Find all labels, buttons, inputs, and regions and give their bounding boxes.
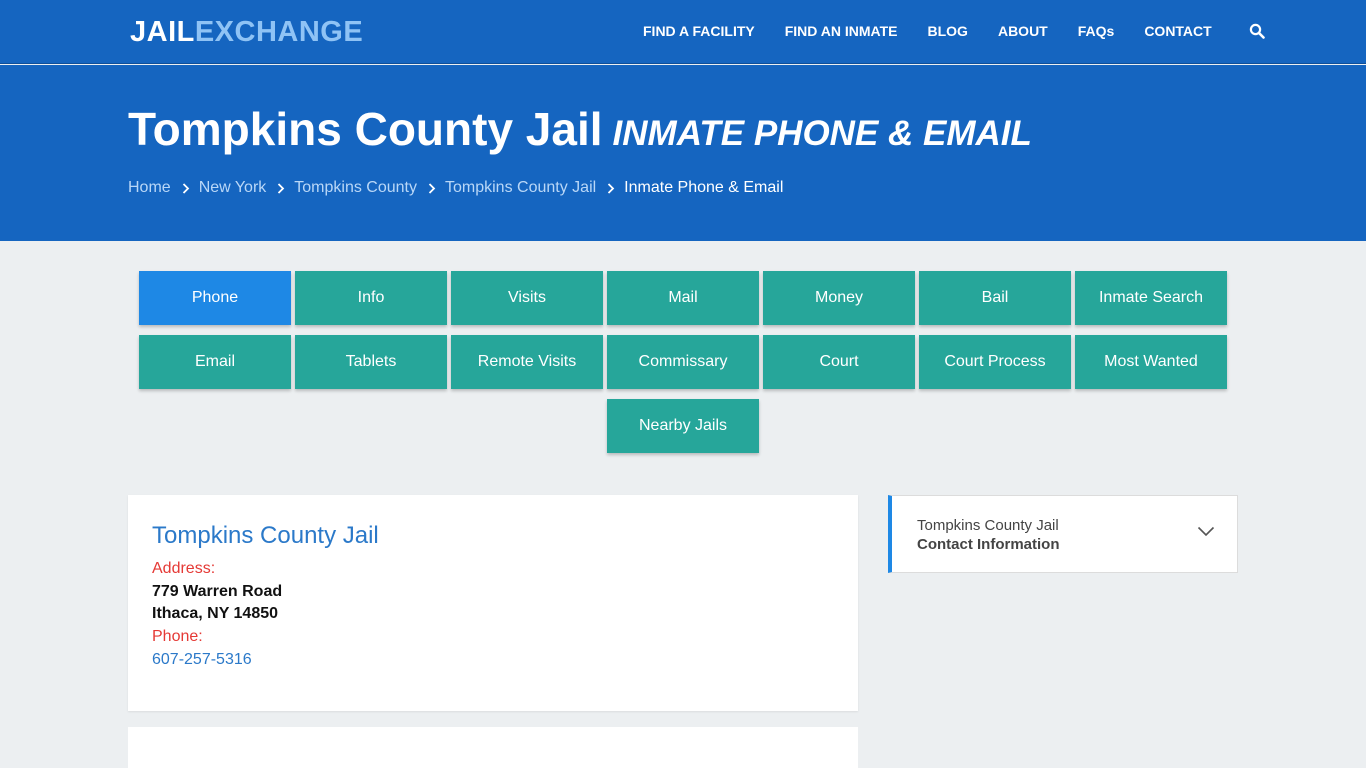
tab-remote-visits[interactable]: Remote Visits bbox=[451, 335, 603, 389]
tab-money[interactable]: Money bbox=[763, 271, 915, 325]
tab-info[interactable]: Info bbox=[295, 271, 447, 325]
tab-court[interactable]: Court bbox=[763, 335, 915, 389]
nav-contact[interactable]: CONTACT bbox=[1144, 23, 1211, 39]
tab-visits[interactable]: Visits bbox=[451, 271, 603, 325]
site-logo[interactable]: JAILEXCHANGE bbox=[130, 16, 363, 49]
page-hero: Tompkins County Jail INMATE PHONE & EMAIL… bbox=[0, 65, 1366, 241]
accordion-heading: Contact Information bbox=[917, 536, 1060, 553]
tab-mail[interactable]: Mail bbox=[607, 271, 759, 325]
tab-bail[interactable]: Bail bbox=[919, 271, 1071, 325]
tab-inmate-search[interactable]: Inmate Search bbox=[1075, 271, 1227, 325]
facility-name: Tompkins County Jail bbox=[152, 522, 379, 549]
tab-email[interactable]: Email bbox=[139, 335, 291, 389]
content-card bbox=[128, 727, 858, 768]
breadcrumb-current: Inmate Phone & Email bbox=[624, 179, 784, 196]
nav-faqs[interactable]: FAQs bbox=[1078, 23, 1115, 39]
address-street: 779 Warren Road bbox=[152, 583, 283, 600]
breadcrumb-home[interactable]: Home bbox=[128, 179, 171, 197]
tab-nearby-jails[interactable]: Nearby Jails bbox=[607, 399, 759, 453]
breadcrumb-state[interactable]: New York bbox=[199, 179, 267, 197]
chevron-right-icon bbox=[278, 182, 285, 194]
chevron-right-icon bbox=[428, 182, 436, 194]
top-navbar: JAILEXCHANGE FIND A FACILITY FIND AN INM… bbox=[0, 0, 1366, 64]
contact-info-accordion[interactable]: Tompkins County Jail Contact Information bbox=[888, 495, 1238, 573]
search-icon[interactable] bbox=[1249, 23, 1265, 39]
tab-tablets[interactable]: Tablets bbox=[295, 335, 447, 389]
chevron-right-icon bbox=[182, 182, 189, 194]
breadcrumb: Home New York Tompkins County Tompkins C… bbox=[128, 179, 783, 197]
facility-section-nav: Phone Info Visits Mail Money Bail Inmate… bbox=[139, 271, 1231, 463]
tab-phone[interactable]: Phone bbox=[139, 271, 291, 325]
phone-link[interactable]: 607-257-5316 bbox=[152, 651, 252, 669]
nav-about[interactable]: ABOUT bbox=[998, 23, 1048, 39]
page-title: Tompkins County Jail INMATE PHONE & EMAIL bbox=[128, 102, 1032, 156]
tab-most-wanted[interactable]: Most Wanted bbox=[1075, 335, 1227, 389]
logo-part-exchange: EXCHANGE bbox=[194, 16, 364, 48]
chevron-down-icon[interactable] bbox=[1197, 526, 1215, 537]
address-label: Address: bbox=[152, 560, 216, 577]
page-title-main: Tompkins County Jail bbox=[128, 103, 603, 155]
nav-find-facility[interactable]: FIND A FACILITY bbox=[643, 23, 755, 39]
nav-find-inmate[interactable]: FIND AN INMATE bbox=[785, 23, 898, 39]
chevron-right-icon bbox=[608, 182, 615, 194]
nav-blog[interactable]: BLOG bbox=[928, 23, 968, 39]
logo-part-jail: JAIL bbox=[130, 16, 195, 48]
phone-label: Phone: bbox=[152, 628, 203, 645]
facility-contact-card: Tompkins County Jail Address: 779 Warren… bbox=[128, 495, 858, 711]
address-city: Ithaca, NY 14850 bbox=[152, 605, 279, 622]
breadcrumb-county[interactable]: Tompkins County bbox=[294, 179, 417, 197]
page-title-subtitle: INMATE PHONE & EMAIL bbox=[612, 114, 1032, 153]
tab-commissary[interactable]: Commissary bbox=[607, 335, 759, 389]
breadcrumb-facility[interactable]: Tompkins County Jail bbox=[445, 179, 596, 197]
accordion-facility-name: Tompkins County Jail bbox=[917, 517, 1059, 534]
main-nav: FIND A FACILITY FIND AN INMATE BLOG ABOU… bbox=[643, 23, 1265, 39]
tab-court-process[interactable]: Court Process bbox=[919, 335, 1071, 389]
